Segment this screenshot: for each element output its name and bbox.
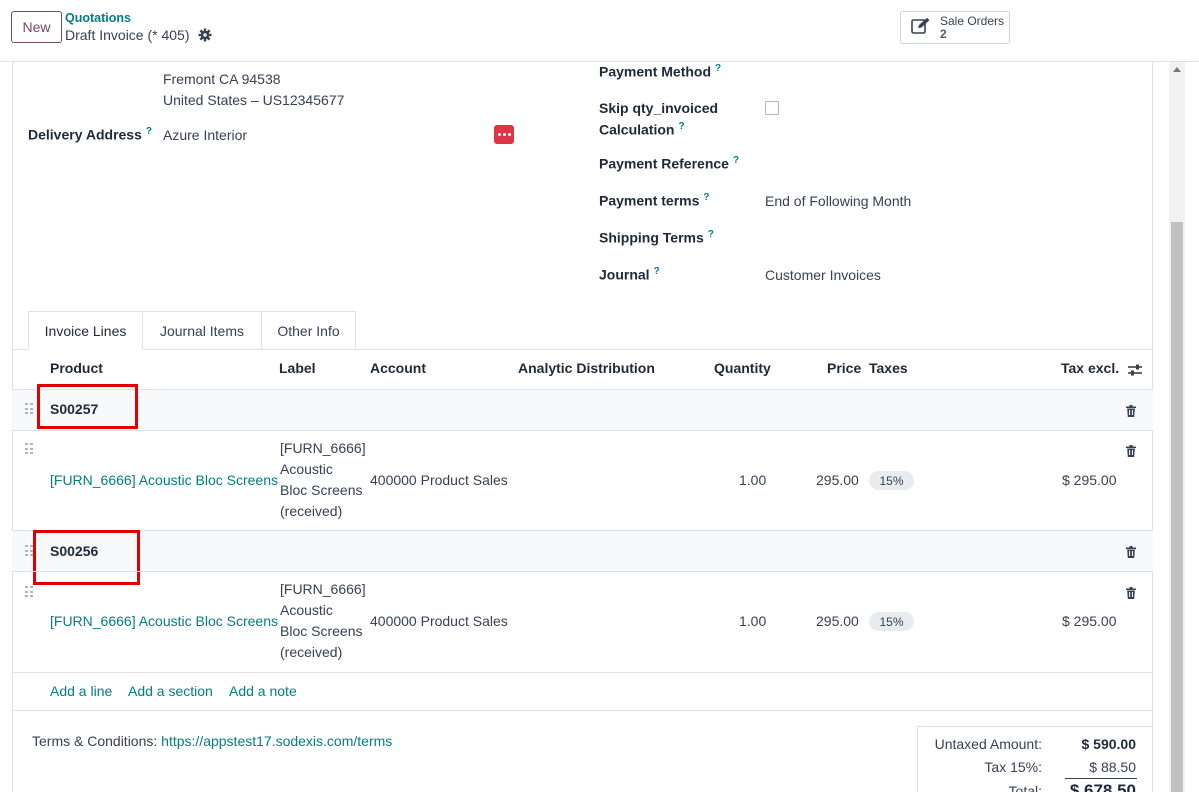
line-account[interactable]: 400000 Product Sales [370, 613, 508, 629]
section-row[interactable] [12, 390, 1153, 430]
line-label[interactable]: [FURN_6666] Acoustic Bloc Screens (recei… [280, 438, 370, 522]
trash-icon[interactable] [1126, 586, 1136, 599]
drag-handle-icon[interactable] [25, 586, 33, 598]
line-label[interactable]: [FURN_6666] Acoustic Bloc Screens (recei… [280, 579, 370, 663]
tab-invoice-lines[interactable]: Invoice Lines [28, 311, 143, 350]
gear-icon[interactable] [198, 28, 212, 42]
line-quantity[interactable]: 1.00 [739, 613, 766, 629]
trash-icon[interactable] [1126, 444, 1136, 457]
row-divider [12, 571, 1153, 572]
tax-value: $ 88.50 [1089, 759, 1136, 775]
payment-method-label: Payment Method? [599, 63, 722, 80]
line-subtotal: $ 295.00 [1062, 613, 1117, 629]
payment-reference-label: Payment Reference? [599, 155, 740, 172]
highlight-box [33, 530, 140, 585]
scrollbar[interactable] [1169, 62, 1185, 792]
scrollbar-thumb[interactable] [1171, 222, 1183, 792]
line-price[interactable]: 295.00 [816, 472, 859, 488]
drag-handle-icon[interactable] [25, 443, 33, 455]
tab-journal-items[interactable]: Journal Items [142, 311, 262, 350]
total-label: Total: [1008, 783, 1042, 792]
line-subtotal: $ 295.00 [1062, 472, 1117, 488]
control-panel: New Quotations Draft Invoice (* 405) Sal… [0, 0, 1199, 62]
delivery-address-label: Delivery Address? [28, 126, 152, 143]
smart-button-label: Sale Orders [940, 13, 1005, 28]
record-title: Draft Invoice (* 405) [65, 27, 190, 43]
tab-other-info[interactable]: Other Info [261, 311, 356, 350]
payment-terms-field[interactable]: End of Following Month [765, 193, 911, 209]
section-row[interactable] [12, 531, 1153, 571]
skip-qty-invoiced-checkbox[interactable] [765, 101, 779, 115]
line-price[interactable]: 295.00 [816, 613, 859, 629]
address-city-line: Fremont CA 94538 [163, 71, 281, 87]
column-header-quantity[interactable]: Quantity [714, 360, 771, 376]
shipping-terms-label: Shipping Terms? [599, 229, 714, 246]
scroll-up-arrow-icon[interactable] [1173, 67, 1181, 72]
drag-handle-icon[interactable] [25, 403, 33, 415]
column-header-taxes[interactable]: Taxes [869, 360, 908, 376]
row-divider [12, 672, 1153, 673]
column-header-account[interactable]: Account [370, 360, 426, 376]
terms-link[interactable]: https://appstest17.sodexis.com/terms [161, 733, 392, 749]
add-note-link[interactable]: Add a note [229, 683, 297, 699]
breadcrumb-current: Draft Invoice (* 405) [65, 27, 212, 43]
sale-orders-smart-button[interactable]: Sale Orders 2 [900, 11, 1010, 44]
terms-and-conditions: Terms & Conditions: https://appstest17.s… [32, 733, 392, 749]
new-button[interactable]: New [11, 11, 62, 43]
line-product[interactable]: [FURN_6666] Acoustic Bloc Screens [50, 472, 278, 488]
tax-badge[interactable]: 15% [869, 612, 914, 631]
drag-handle-icon[interactable] [25, 545, 33, 557]
add-section-link[interactable]: Add a section [128, 683, 213, 699]
add-line-link[interactable]: Add a line [50, 683, 112, 699]
edit-icon [911, 17, 931, 38]
total-value: $ 678.50 [1069, 781, 1136, 792]
terms-label: Terms & Conditions: [32, 733, 158, 749]
address-country-line: United States – US12345677 [163, 92, 345, 108]
tax-label: Tax 15%: [984, 759, 1042, 775]
delivery-address-field[interactable]: Azure Interior [163, 127, 247, 143]
untaxed-amount-value: $ 590.00 [1081, 736, 1137, 752]
line-product[interactable]: [FURN_6666] Acoustic Bloc Screens [50, 613, 278, 629]
journal-field[interactable]: Customer Invoices [765, 267, 881, 283]
column-header-tax-excl[interactable]: Tax excl. [1061, 360, 1119, 376]
tax-badge[interactable]: 15% [869, 471, 914, 490]
column-header-label[interactable]: Label [279, 360, 316, 376]
payment-terms-label: Payment terms? [599, 192, 710, 209]
line-account[interactable]: 400000 Product Sales [370, 472, 508, 488]
total-divider [1065, 778, 1137, 779]
ellipsis-warning-icon[interactable] [494, 125, 514, 144]
row-divider [12, 430, 1153, 431]
column-header-product[interactable]: Product [50, 360, 103, 376]
totals-panel: Untaxed Amount: $ 590.00 Tax 15%: $ 88.5… [917, 726, 1153, 792]
journal-label: Journal? [599, 266, 660, 283]
highlight-box [37, 384, 138, 429]
trash-icon[interactable] [1126, 404, 1136, 417]
skip-qty-invoiced-label: Skip qty_invoiced [599, 100, 719, 116]
smart-button-count: 2 [940, 26, 947, 41]
line-quantity[interactable]: 1.00 [739, 472, 766, 488]
trash-icon[interactable] [1126, 545, 1136, 558]
column-settings-icon[interactable] [1128, 363, 1142, 376]
breadcrumb-quotations[interactable]: Quotations [65, 11, 131, 25]
untaxed-amount-label: Untaxed Amount: [934, 736, 1042, 752]
skip-qty-invoiced-label-2: Calculation? [599, 121, 685, 138]
column-header-price[interactable]: Price [827, 360, 861, 376]
table-bottom-divider [12, 710, 1153, 711]
column-header-analytic[interactable]: Analytic Distribution [518, 360, 655, 376]
